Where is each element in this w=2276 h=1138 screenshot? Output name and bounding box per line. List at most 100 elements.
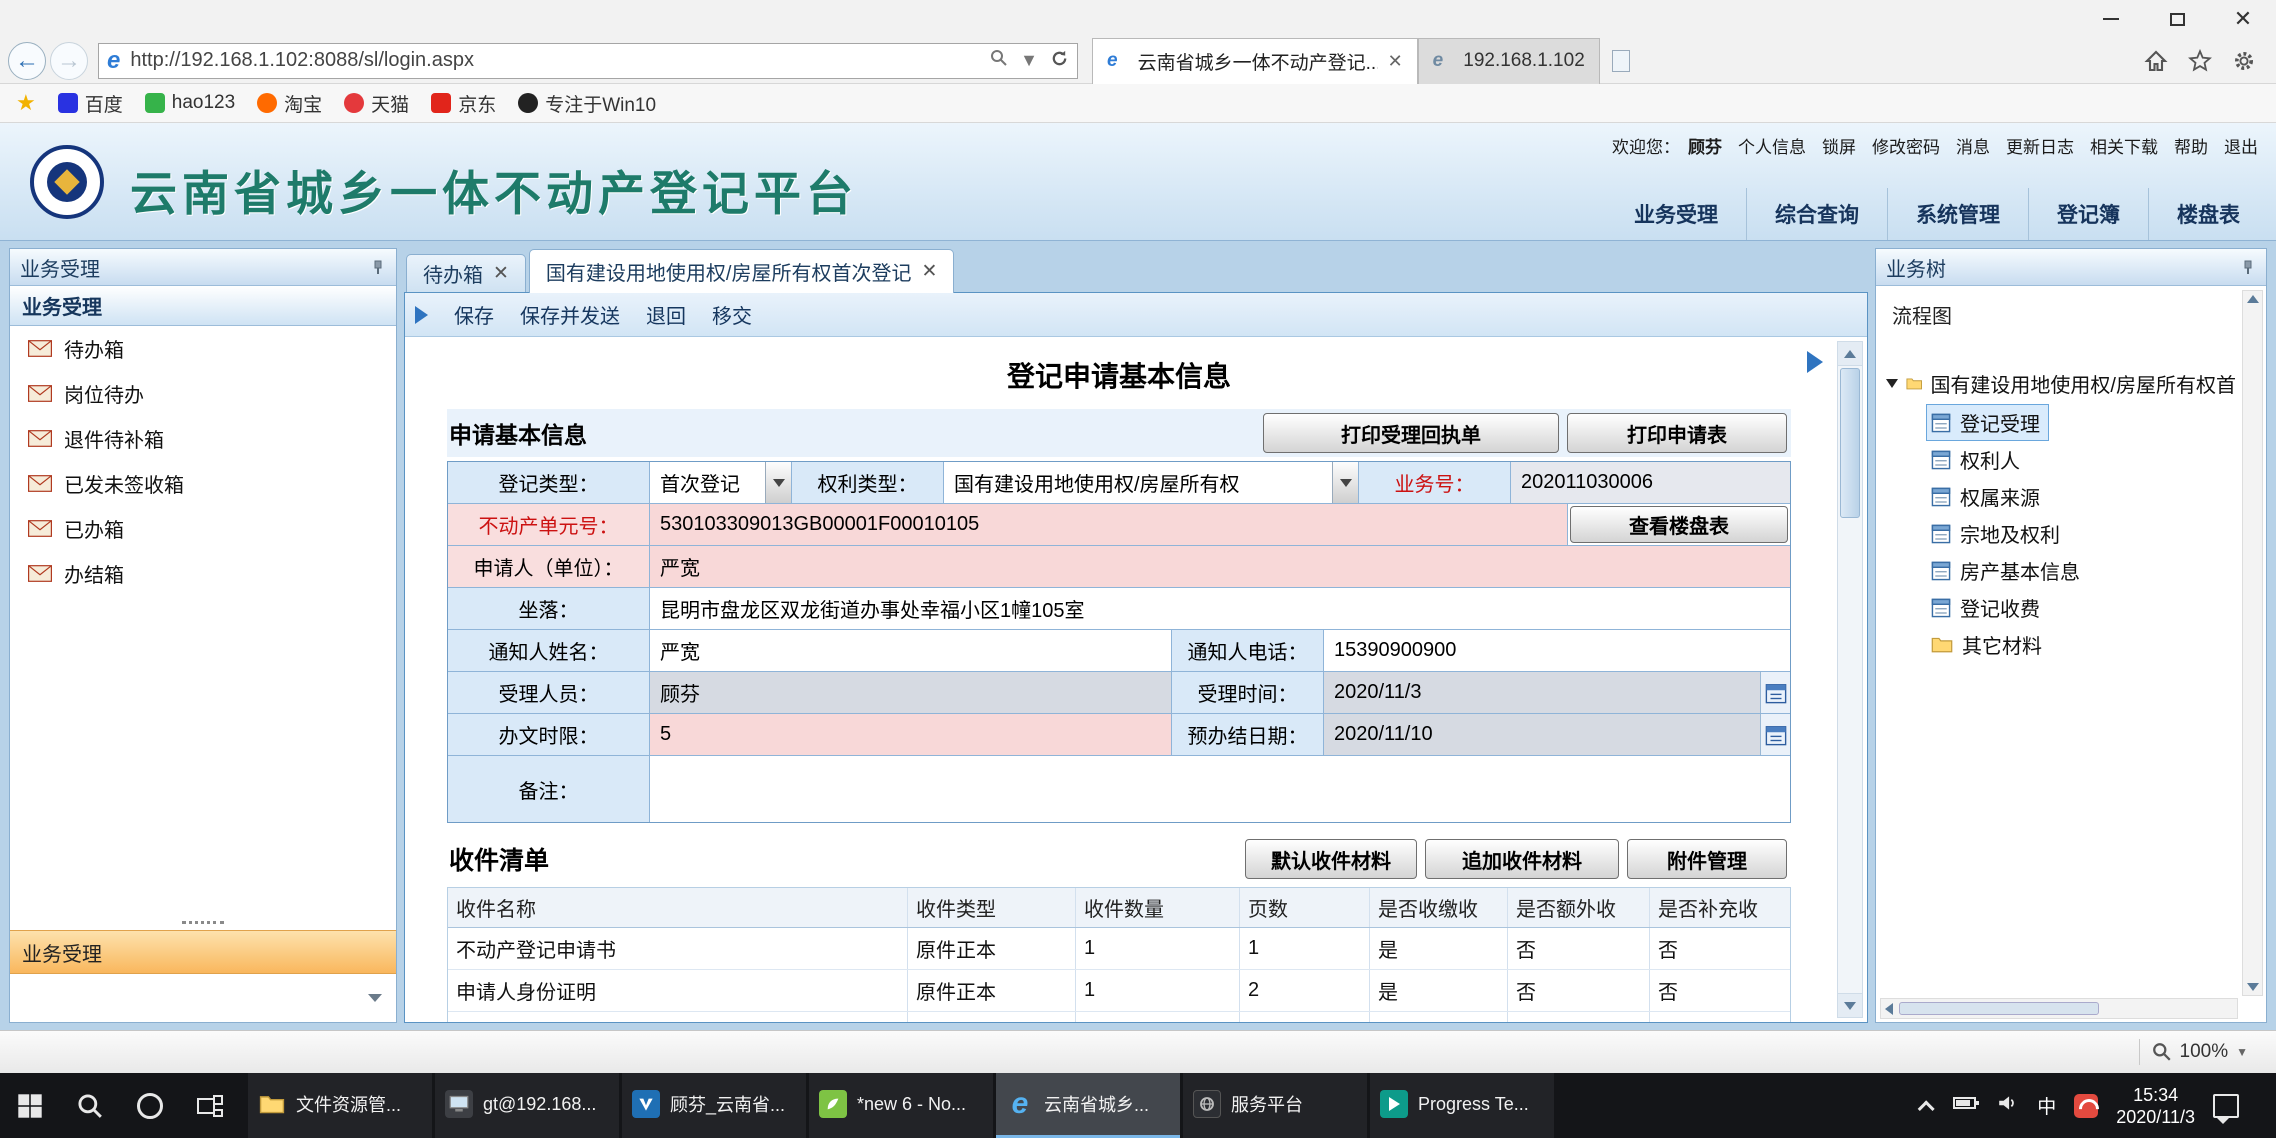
- col-header-name[interactable]: 收件名称: [448, 888, 908, 927]
- nav-system-management[interactable]: 系统管理: [1887, 188, 2028, 240]
- receipt-row[interactable]: 国有建设用地使用权证或不动产权证 原件正本 1 4 是 否 否: [448, 1012, 1790, 1022]
- action-center-icon[interactable]: [2213, 1094, 2239, 1118]
- col-header-supplement[interactable]: 是否补充收: [1650, 888, 1790, 927]
- tree-item-parcel-and-rights[interactable]: 宗地及权利: [1926, 515, 2069, 552]
- right-type-select[interactable]: 国有建设用地使用权/房屋所有权: [944, 462, 1359, 503]
- calendar-icon[interactable]: [1760, 714, 1790, 755]
- col-header-extra[interactable]: 是否额外收: [1508, 888, 1650, 927]
- settings-gear-icon[interactable]: [2232, 49, 2256, 73]
- scroll-up-arrow[interactable]: [2247, 295, 2259, 303]
- left-panel-footer[interactable]: [10, 974, 396, 1022]
- link-profile[interactable]: 个人信息: [1738, 133, 1806, 158]
- doc-tab-todo-box[interactable]: 待办箱 ✕: [406, 254, 526, 292]
- zoom-control[interactable]: 100% ▼: [2152, 1041, 2249, 1063]
- due-date-field[interactable]: 2020/11/10: [1324, 714, 1790, 755]
- receipt-row[interactable]: 申请人身份证明 原件正本 1 2 是 否 否: [448, 970, 1790, 1012]
- sidebar-item-returned-box[interactable]: 退件待补箱: [10, 416, 396, 461]
- right-panel-vertical-scrollbar[interactable]: [2242, 290, 2263, 996]
- print-application-form-button[interactable]: 打印申请表: [1567, 413, 1787, 453]
- link-messages[interactable]: 消息: [1956, 133, 1990, 158]
- autocomplete-dropdown-icon[interactable]: ▼: [1020, 50, 1038, 71]
- link-help[interactable]: 帮助: [2174, 133, 2208, 158]
- transfer-button[interactable]: 移交: [702, 295, 762, 334]
- col-header-type[interactable]: 收件类型: [908, 888, 1076, 927]
- favorite-tmall[interactable]: 天猫: [344, 90, 409, 117]
- start-button[interactable]: [0, 1073, 60, 1138]
- browser-tab-ip[interactable]: e 192.168.1.102: [1418, 38, 1600, 84]
- sogou-input-icon[interactable]: [2074, 1094, 2098, 1118]
- scrollbar-thumb[interactable]: [1840, 368, 1860, 518]
- accept-time-field[interactable]: 2020/11/3: [1324, 672, 1790, 713]
- pin-icon[interactable]: [2240, 259, 2256, 275]
- col-header-pages[interactable]: 页数: [1240, 888, 1370, 927]
- main-vertical-scrollbar[interactable]: [1837, 341, 1863, 1018]
- pin-icon[interactable]: [370, 259, 386, 275]
- col-header-collected[interactable]: 是否收缴收: [1370, 888, 1508, 927]
- tab-close-icon[interactable]: ✕: [493, 262, 509, 285]
- tree-item-registration-acceptance[interactable]: 登记受理: [1926, 404, 2049, 441]
- link-logout[interactable]: 退出: [2224, 133, 2258, 158]
- address-bar[interactable]: e http://192.168.1.102:8088/sl/login.asp…: [98, 43, 1078, 79]
- left-section-header[interactable]: 业务受理: [10, 286, 396, 326]
- cortana-button[interactable]: [120, 1073, 180, 1138]
- nav-register-book[interactable]: 登记簿: [2028, 188, 2148, 240]
- tree-root-node[interactable]: 国有建设用地使用权/房屋所有权首: [1886, 369, 2236, 398]
- link-change-password[interactable]: 修改密码: [1872, 133, 1940, 158]
- sidebar-item-completed-box[interactable]: 办结箱: [10, 551, 396, 596]
- new-tab-button[interactable]: [1600, 38, 1642, 84]
- favorite-hao123[interactable]: hao123: [145, 92, 235, 114]
- right-panel-horizontal-scrollbar[interactable]: [1880, 998, 2238, 1019]
- scrollbar-thumb[interactable]: [1899, 1002, 2099, 1015]
- left-panel-footer-selected[interactable]: 业务受理: [10, 930, 396, 974]
- favorite-baidu[interactable]: 百度: [58, 90, 123, 117]
- tree-item-ownership-source[interactable]: 权属来源: [1926, 478, 2049, 515]
- maximize-button[interactable]: [2144, 0, 2210, 38]
- back-button[interactable]: ←: [8, 42, 46, 80]
- notify-name-input[interactable]: 严宽: [650, 630, 1172, 671]
- collapse-right-panel-icon[interactable]: [1807, 351, 1823, 373]
- location-input[interactable]: 昆明市盘龙区双龙街道办事处幸福小区1幢105室: [650, 588, 1790, 629]
- time-limit-input[interactable]: 5: [650, 714, 1172, 755]
- refresh-icon[interactable]: [1050, 49, 1069, 73]
- save-button[interactable]: 保存: [444, 295, 504, 334]
- taskbar-search-button[interactable]: [60, 1073, 120, 1138]
- tree-expander-icon[interactable]: [1886, 379, 1898, 388]
- remark-input[interactable]: [650, 756, 1790, 822]
- calendar-icon[interactable]: [1760, 672, 1790, 713]
- notify-phone-input[interactable]: 15390900900: [1324, 630, 1790, 671]
- taskbar-app-progress[interactable]: Progress Te...: [1370, 1073, 1554, 1138]
- append-materials-button[interactable]: 追加收件材料: [1425, 839, 1619, 879]
- ime-indicator[interactable]: 中: [2037, 1092, 2056, 1119]
- link-changelog[interactable]: 更新日志: [2006, 133, 2074, 158]
- taskbar-app-vm-client[interactable]: 顾芬_云南省...: [622, 1073, 806, 1138]
- close-button[interactable]: ✕: [2210, 0, 2276, 38]
- tree-item-registration-fee[interactable]: 登记收费: [1926, 589, 2049, 626]
- scroll-left-arrow[interactable]: [1885, 1003, 1893, 1015]
- scroll-down-arrow[interactable]: [1838, 993, 1862, 1017]
- battery-icon[interactable]: [1953, 1096, 1979, 1115]
- save-and-send-button[interactable]: 保存并发送: [510, 295, 630, 334]
- favorite-jd[interactable]: 京东: [431, 90, 496, 117]
- print-acceptance-receipt-button[interactable]: 打印受理回执单: [1263, 413, 1559, 453]
- tray-clock[interactable]: 15:34 2020/11/3: [2116, 1084, 2195, 1128]
- taskbar-app-ie-registration[interactable]: e 云南省城乡...: [996, 1073, 1180, 1138]
- tab-close-icon[interactable]: ✕: [921, 260, 937, 283]
- tree-item-house-basic-info[interactable]: 房产基本信息: [1926, 552, 2089, 589]
- reg-type-select[interactable]: 首次登记: [650, 462, 792, 503]
- attachment-manage-button[interactable]: 附件管理: [1627, 839, 1787, 879]
- unit-no-input[interactable]: 530103309013GB00001F00010105: [650, 504, 1568, 545]
- tree-item-right-holder[interactable]: 权利人: [1926, 441, 2029, 478]
- nav-building-table[interactable]: 楼盘表: [2148, 188, 2268, 240]
- applicant-input[interactable]: 严宽: [650, 546, 1790, 587]
- browser-tab-registration[interactable]: e 云南省城乡一体不动产登记... ✕: [1092, 38, 1418, 84]
- col-header-quantity[interactable]: 收件数量: [1076, 888, 1240, 927]
- search-icon[interactable]: [990, 49, 1008, 72]
- favorites-bar-star-icon[interactable]: ★: [16, 90, 36, 116]
- toolbar-play-icon[interactable]: [415, 306, 428, 324]
- minimize-button[interactable]: [2078, 0, 2144, 38]
- dropdown-arrow-icon[interactable]: [1332, 462, 1358, 503]
- tree-item-other-materials[interactable]: 其它材料: [1926, 626, 2051, 663]
- link-lock-screen[interactable]: 锁屏: [1822, 133, 1856, 158]
- sidebar-item-todo-box[interactable]: 待办箱: [10, 326, 396, 371]
- taskbar-app-file-explorer[interactable]: 文件资源管...: [248, 1073, 432, 1138]
